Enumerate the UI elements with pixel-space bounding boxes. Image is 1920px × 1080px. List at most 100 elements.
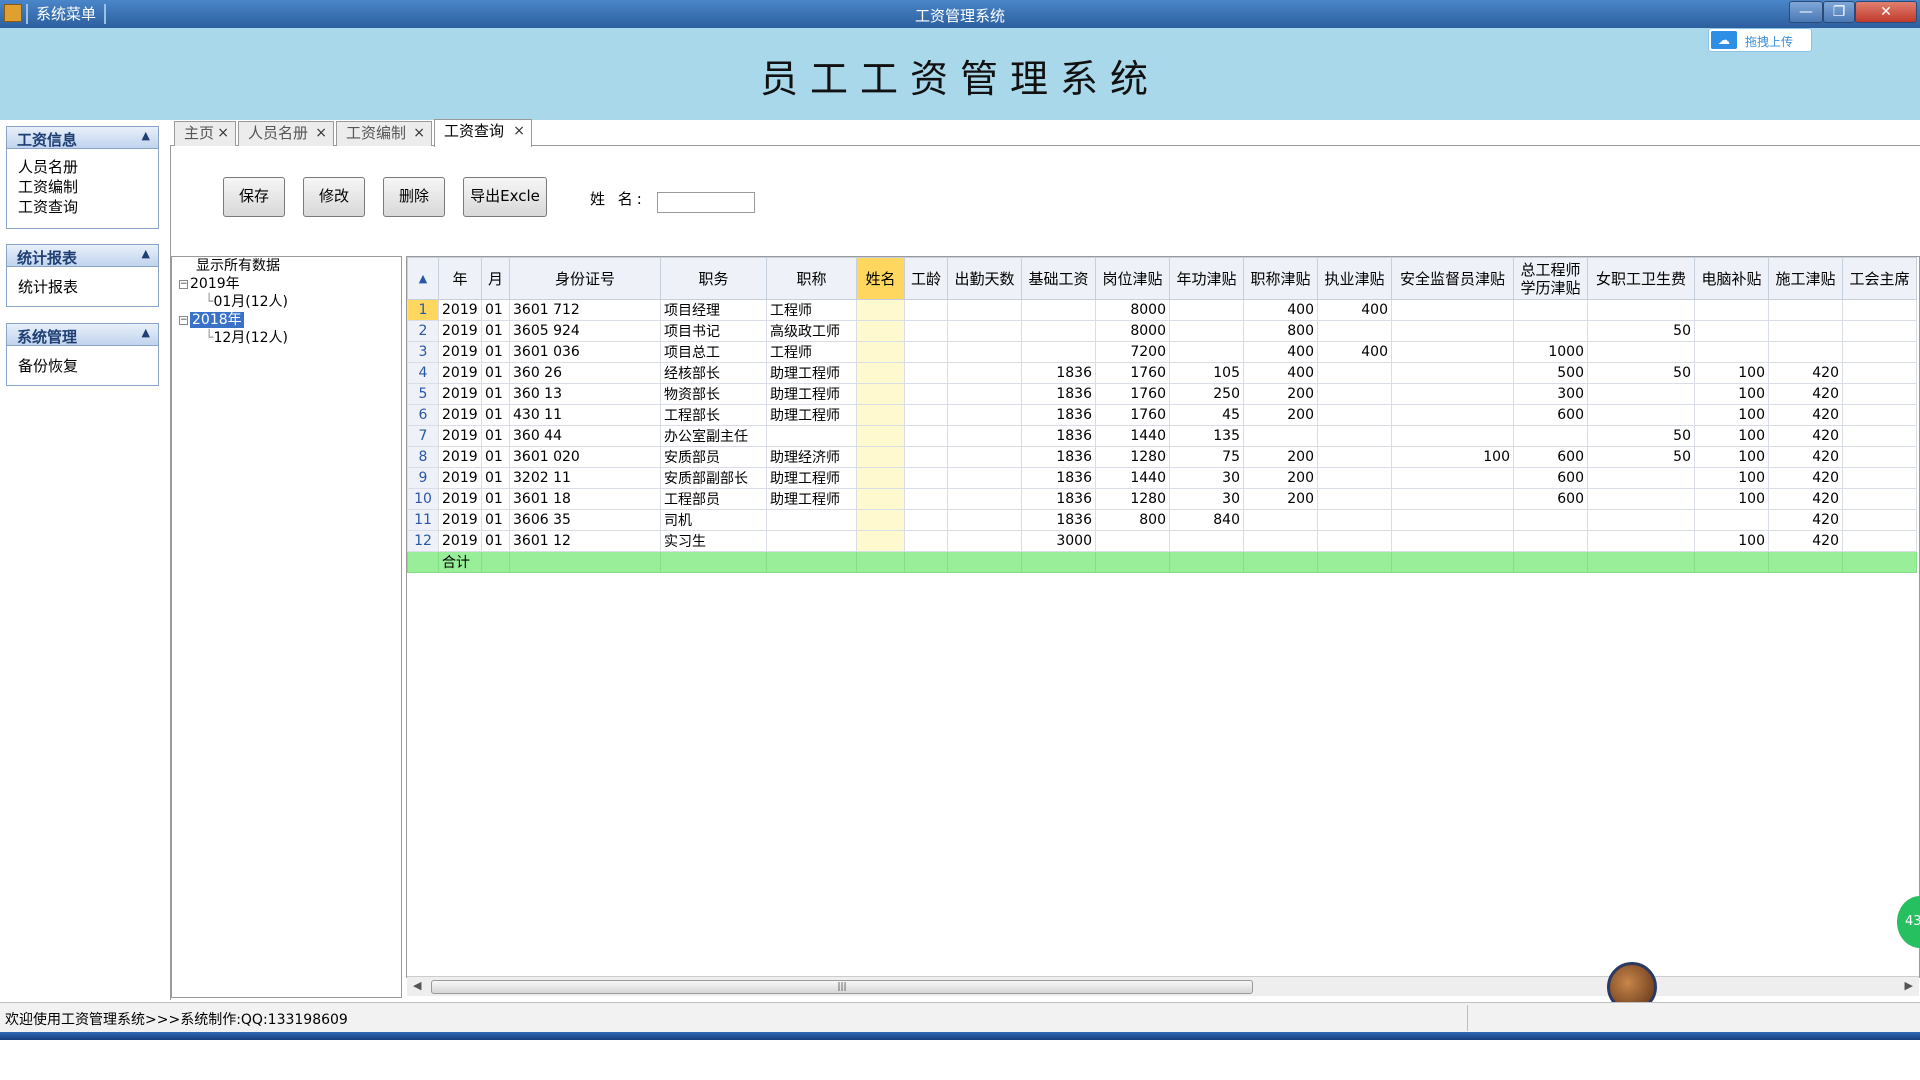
tab-close-icon[interactable]: × — [413, 122, 425, 144]
grid-cell[interactable]: 400 — [1243, 362, 1318, 384]
grid-cell[interactable]: 135 — [1169, 425, 1244, 447]
grid-cell[interactable] — [1021, 341, 1096, 363]
grid-header-cell[interactable]: 月 — [481, 257, 510, 300]
grid-cell[interactable]: 01 — [481, 488, 510, 510]
table-row[interactable]: 4 2019 01 360 26 经核部长 助理工程师 1836 1760 105 400 500 5… — [407, 362, 1917, 384]
grid-cell[interactable]: 实习生 — [660, 530, 767, 552]
grid-cell[interactable]: 01 — [481, 467, 510, 489]
grid-cell[interactable] — [1391, 320, 1514, 342]
grid-header-cell[interactable]: 出勤天数 — [947, 257, 1022, 300]
grid-cell[interactable]: 工程部长 — [660, 404, 767, 426]
grid-cell[interactable]: 1440 — [1095, 425, 1170, 447]
grid-cell[interactable] — [1391, 509, 1514, 531]
table-row[interactable]: 6 2019 01 430 11 工程部长 助理工程师 1836 1760 45 200 600 10… — [407, 404, 1917, 426]
grid-cell[interactable]: 1836 — [1021, 425, 1096, 447]
grid-cell[interactable] — [904, 404, 948, 426]
grid-cell[interactable] — [1587, 467, 1695, 489]
grid-cell[interactable]: 8000 — [1095, 320, 1170, 342]
row-number[interactable]: 9 — [407, 467, 439, 489]
grid-cell[interactable] — [1694, 320, 1769, 342]
grid-cell[interactable] — [1391, 404, 1514, 426]
grid-cell[interactable]: 2019 — [438, 530, 482, 552]
grid-cell[interactable] — [1169, 341, 1244, 363]
grid-cell[interactable]: 01 — [481, 341, 510, 363]
grid-cell[interactable] — [1694, 341, 1769, 363]
grid-cell[interactable] — [1768, 299, 1843, 321]
grid-cell[interactable]: 项目总工 — [660, 341, 767, 363]
grid-cell[interactable] — [856, 467, 905, 489]
grid-cell[interactable]: 01 — [481, 383, 510, 405]
grid-cell[interactable]: 100 — [1694, 467, 1769, 489]
grid-cell[interactable]: 1280 — [1095, 488, 1170, 510]
grid-cell[interactable] — [904, 362, 948, 384]
grid-cell[interactable]: 1836 — [1021, 404, 1096, 426]
table-row[interactable]: 8 2019 01 3601 020 安质部员 助理经济师 1836 1280 75 200 100… — [407, 446, 1917, 468]
grid-cell[interactable] — [1587, 509, 1695, 531]
grid-cell[interactable]: 助理工程师 — [766, 383, 857, 405]
grid-cell[interactable]: 项目经理 — [660, 299, 767, 321]
grid-cell[interactable]: 2019 — [438, 320, 482, 342]
grid-header-cell[interactable]: 职称 — [766, 257, 857, 300]
grid-header-cell[interactable]: 女职工卫生费 — [1587, 257, 1695, 300]
grid-cell[interactable] — [1842, 467, 1917, 489]
grid-cell[interactable] — [904, 383, 948, 405]
grid-cell[interactable]: 3202 11 — [509, 467, 661, 489]
grid-cell[interactable]: 1836 — [1021, 509, 1096, 531]
grid-cell[interactable] — [1842, 320, 1917, 342]
grid-cell[interactable]: 50 — [1587, 446, 1695, 468]
grid-cell[interactable] — [1513, 425, 1588, 447]
grid-cell[interactable] — [766, 509, 857, 531]
grid-cell[interactable] — [856, 509, 905, 531]
grid-cell[interactable]: 1280 — [1095, 446, 1170, 468]
grid-cell[interactable] — [1587, 530, 1695, 552]
grid-cell[interactable] — [947, 530, 1022, 552]
table-row[interactable]: 12 2019 01 3601 12 实习生 3000 100 420 — [407, 530, 1917, 552]
grid-header-cell[interactable]: 执业津贴 — [1317, 257, 1392, 300]
row-number[interactable]: 12 — [407, 530, 439, 552]
horizontal-scrollbar[interactable]: ◀ ||| ▶ — [407, 976, 1919, 996]
grid-cell[interactable]: 100 — [1694, 362, 1769, 384]
grid-cell[interactable]: 420 — [1768, 488, 1843, 510]
table-row[interactable]: 9 2019 01 3202 11 安质部副部长 助理工程师 1836 1440 30 200 60… — [407, 467, 1917, 489]
grid-cell[interactable] — [1391, 383, 1514, 405]
grid-cell[interactable]: 3000 — [1021, 530, 1096, 552]
grid-cell[interactable]: 100 — [1694, 425, 1769, 447]
grid-cell[interactable]: 2019 — [438, 362, 482, 384]
grid-cell[interactable]: 2019 — [438, 404, 482, 426]
grid-cell[interactable] — [904, 299, 948, 321]
grid-cell[interactable]: 01 — [481, 299, 510, 321]
grid-cell[interactable]: 安质部副部长 — [660, 467, 767, 489]
grid-cell[interactable]: 840 — [1169, 509, 1244, 531]
row-number[interactable]: 1 — [407, 299, 439, 321]
grid-cell[interactable]: 600 — [1513, 404, 1588, 426]
row-number[interactable]: 11 — [407, 509, 439, 531]
collapse-arrow-icon[interactable]: ▲ — [142, 326, 150, 339]
grid-cell[interactable] — [856, 425, 905, 447]
grid-cell[interactable] — [904, 320, 948, 342]
minimize-button[interactable]: — — [1789, 1, 1823, 23]
grid-cell[interactable] — [1694, 299, 1769, 321]
grid-cell[interactable] — [856, 404, 905, 426]
grid-cell[interactable]: 助理工程师 — [766, 467, 857, 489]
grid-cell[interactable] — [1317, 362, 1392, 384]
grid-cell[interactable]: 200 — [1243, 404, 1318, 426]
grid-header-cell[interactable]: 身份证号 — [509, 257, 661, 300]
grid-cell[interactable]: 100 — [1694, 446, 1769, 468]
grid-cell[interactable] — [947, 488, 1022, 510]
tab-roster[interactable]: 人员名册 × — [238, 121, 334, 146]
grid-cell[interactable] — [1095, 530, 1170, 552]
grid-cell[interactable]: 200 — [1243, 446, 1318, 468]
grid-cell[interactable]: 420 — [1768, 509, 1843, 531]
grid-cell[interactable]: 7200 — [1095, 341, 1170, 363]
grid-cell[interactable] — [947, 509, 1022, 531]
grid-cell[interactable] — [1513, 509, 1588, 531]
grid-cell[interactable] — [1842, 446, 1917, 468]
grid-cell[interactable]: 01 — [481, 530, 510, 552]
grid-cell[interactable] — [1587, 299, 1695, 321]
grid-cell[interactable] — [904, 341, 948, 363]
grid-cell[interactable]: 1760 — [1095, 404, 1170, 426]
grid-cell[interactable]: 司机 — [660, 509, 767, 531]
grid-cell[interactable]: 360 44 — [509, 425, 661, 447]
scrollbar-thumb[interactable]: ||| — [431, 980, 1253, 994]
grid-cell[interactable]: 100 — [1694, 383, 1769, 405]
